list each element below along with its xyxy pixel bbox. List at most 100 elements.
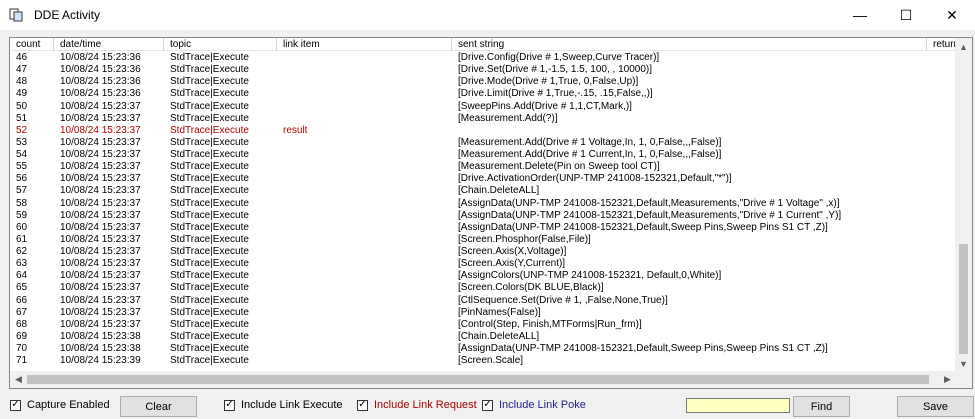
return-cell (927, 76, 956, 88)
clear-button[interactable]: Clear (120, 396, 197, 417)
checkbox-box[interactable]: ✓ (10, 399, 21, 411)
link-item-cell (277, 113, 452, 125)
horizontal-scrollbar[interactable]: ◀ ▶ (10, 371, 956, 388)
dde-activity-list[interactable]: count date/time topic link item sent str… (9, 37, 973, 389)
table-row[interactable]: 60 10/08/24 15:23:37 StdTrace|Execute [Assi… (10, 222, 956, 234)
datetime-cell: 10/08/24 15:23:37 (60, 246, 141, 257)
table-row[interactable]: 49 10/08/24 15:23:36 StdTrace|Execute [Driv… (10, 88, 956, 100)
table-row[interactable]: 58 10/08/24 15:23:37 StdTrace|Execute [Assi… (10, 198, 956, 210)
topic-cell: StdTrace|Execute (170, 64, 249, 76)
sent-string-cell: [Drive.Config(Drive # 1,Sweep,Curve Trac… (458, 52, 660, 63)
maximize-button[interactable]: ☐ (883, 0, 929, 30)
column-header-sent-string[interactable]: sent string (452, 38, 927, 51)
find-input[interactable] (686, 398, 790, 413)
datetime-cell: 10/08/24 15:23:36 (60, 76, 141, 88)
scroll-corner (955, 371, 972, 388)
datetime-cell: 10/08/24 15:23:37 (60, 258, 141, 270)
table-row[interactable]: 52 10/08/24 15:23:37 StdTrace|Execute resul… (10, 125, 956, 137)
topic-cell: StdTrace|Execute (170, 197, 249, 209)
column-header-return[interactable]: return (927, 38, 956, 51)
scroll-down-arrow-icon[interactable]: ▼ (955, 355, 972, 372)
count-cell: 56 (16, 173, 28, 185)
datetime-cell: 10/08/24 15:23:37 (60, 112, 141, 124)
table-row[interactable]: 62 10/08/24 15:23:37 StdTrace|Execute [Scre… (10, 246, 956, 258)
horizontal-scroll-thumb[interactable] (27, 375, 929, 384)
vertical-scrollbar[interactable]: ▲ ▼ (955, 38, 972, 372)
topic-cell: StdTrace|Execute (170, 318, 249, 330)
scroll-left-arrow-icon[interactable]: ◀ (10, 371, 27, 388)
table-row[interactable]: 54 10/08/24 15:23:37 StdTrace|Execute [Meas… (10, 149, 956, 161)
table-row[interactable]: 63 10/08/24 15:23:37 StdTrace|Execute [Scre… (10, 258, 956, 270)
bottom-toolbar: ✓ Capture Enabled Clear ✓ Include Link E… (0, 392, 975, 419)
table-row[interactable]: 53 10/08/24 15:23:37 StdTrace|Execute [Meas… (10, 137, 956, 149)
minimize-button[interactable]: — (837, 0, 883, 30)
column-header-link-item[interactable]: link item (277, 38, 452, 51)
table-row[interactable]: 67 10/08/24 15:23:37 StdTrace|Execute [PinN… (10, 307, 956, 319)
datetime-cell: 10/08/24 15:23:36 (60, 52, 141, 63)
datetime-cell: 10/08/24 15:23:37 (60, 270, 141, 282)
return-cell (927, 64, 956, 76)
table-row[interactable]: 57 10/08/24 15:23:37 StdTrace|Execute [Chai… (10, 185, 956, 197)
topic-cell: StdTrace|Execute (170, 306, 249, 318)
checkbox-box[interactable]: ✓ (357, 399, 368, 411)
return-cell (927, 331, 956, 343)
column-header-datetime[interactable]: date/time (54, 38, 164, 51)
table-row[interactable]: 56 10/08/24 15:23:37 StdTrace|Execute [Driv… (10, 173, 956, 185)
link-item-cell (277, 149, 452, 161)
close-button[interactable]: ✕ (929, 0, 975, 30)
column-header-topic[interactable]: topic (164, 38, 277, 51)
table-row[interactable]: 47 10/08/24 15:23:36 StdTrace|Execute [Driv… (10, 64, 956, 76)
checkbox-box[interactable]: ✓ (482, 399, 493, 411)
sent-string-cell: [Control(Step, Finish,MTForms|Run_frm)] (458, 318, 642, 330)
link-item-cell (277, 295, 452, 307)
include-link-execute-checkbox[interactable]: ✓ Include Link Execute (224, 399, 343, 411)
datetime-cell: 10/08/24 15:23:37 (60, 282, 141, 294)
table-row[interactable]: 59 10/08/24 15:23:37 StdTrace|Execute [Assi… (10, 210, 956, 222)
table-row[interactable]: 69 10/08/24 15:23:38 StdTrace|Execute [Chai… (10, 331, 956, 343)
topic-cell: StdTrace|Execute (170, 112, 249, 124)
topic-cell: StdTrace|Execute (170, 246, 249, 257)
count-cell: 71 (16, 355, 28, 367)
include-link-execute-label: Include Link Execute (241, 399, 343, 411)
return-cell (927, 137, 956, 149)
table-row[interactable]: 70 10/08/24 15:23:38 StdTrace|Execute [Assi… (10, 343, 956, 355)
table-row[interactable]: 64 10/08/24 15:23:37 StdTrace|Execute [Assi… (10, 270, 956, 282)
datetime-cell: 10/08/24 15:23:37 (60, 149, 141, 160)
include-link-request-label: Include Link Request (374, 399, 477, 411)
topic-cell: StdTrace|Execute (170, 173, 249, 185)
table-row[interactable]: 61 10/08/24 15:23:37 StdTrace|Execute [Scre… (10, 234, 956, 246)
table-row[interactable]: 66 10/08/24 15:23:37 StdTrace|Execute [CtlS… (10, 295, 956, 307)
scroll-right-arrow-icon[interactable]: ▶ (939, 371, 956, 388)
datetime-cell: 10/08/24 15:23:37 (60, 294, 141, 306)
sent-string-cell: [AssignColors(UNP-TMP 241008-152321, Def… (458, 270, 722, 282)
find-button[interactable]: Find (793, 396, 850, 417)
count-cell: 54 (16, 149, 28, 160)
sent-string-cell: [AssignData(UNP-TMP 241008-152321,Defaul… (458, 209, 842, 221)
include-link-poke-checkbox[interactable]: ✓ Include Link Poke (482, 399, 586, 411)
capture-enabled-checkbox[interactable]: ✓ Capture Enabled (10, 399, 110, 411)
vertical-scroll-thumb[interactable] (959, 244, 968, 354)
datetime-cell: 10/08/24 15:23:36 (60, 64, 141, 76)
table-row[interactable]: 48 10/08/24 15:23:36 StdTrace|Execute [Driv… (10, 76, 956, 88)
link-item-cell (277, 101, 452, 113)
table-row[interactable]: 71 10/08/24 15:23:39 StdTrace|Execute [Scre… (10, 355, 956, 367)
return-cell (927, 210, 956, 222)
table-row[interactable]: 51 10/08/24 15:23:37 StdTrace|Execute [Meas… (10, 113, 956, 125)
save-button[interactable]: Save (897, 396, 974, 417)
topic-cell: StdTrace|Execute (170, 221, 249, 233)
sent-string-cell: [CtlSequence.Set(Drive # 1, ,False,None,… (458, 294, 668, 306)
table-row[interactable]: 68 10/08/24 15:23:37 StdTrace|Execute [Cont… (10, 319, 956, 331)
table-row[interactable]: 46 10/08/24 15:23:36 StdTrace|Execute [Driv… (10, 52, 956, 64)
datetime-cell: 10/08/24 15:23:37 (60, 161, 141, 173)
checkbox-box[interactable]: ✓ (224, 399, 235, 411)
include-link-request-checkbox[interactable]: ✓ Include Link Request (357, 399, 477, 411)
link-item-cell (277, 343, 452, 355)
link-item-cell (277, 198, 452, 210)
column-header-count[interactable]: count (10, 38, 54, 51)
table-row[interactable]: 50 10/08/24 15:23:37 StdTrace|Execute [Swee… (10, 101, 956, 113)
count-cell: 52 (16, 124, 28, 136)
return-cell (927, 355, 956, 367)
table-row[interactable]: 55 10/08/24 15:23:37 StdTrace|Execute [Meas… (10, 161, 956, 173)
scroll-up-arrow-icon[interactable]: ▲ (955, 38, 972, 55)
table-row[interactable]: 65 10/08/24 15:23:37 StdTrace|Execute [Scre… (10, 282, 956, 294)
